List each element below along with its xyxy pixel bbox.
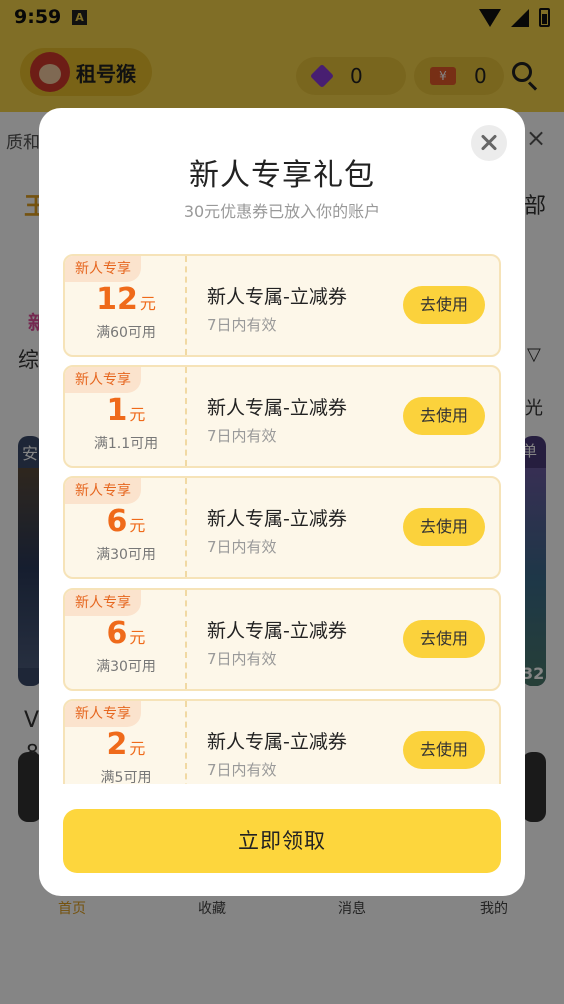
coupon-list[interactable]: 新人专享 12 元 满60可用 新人专属-立减券 7日内有效 去使用 新人专享 1… <box>63 254 501 784</box>
modal-subtitle: 30元优惠券已放入你的账户 <box>183 202 381 221</box>
use-coupon-button[interactable]: 去使用 <box>403 508 485 546</box>
coupon-card: 新人专享 1元 满1.1可用 新人专属-立减券 7日内有效 去使用 <box>63 365 501 468</box>
coupon-condition: 满30可用 <box>96 547 156 563</box>
coupon-validity: 7日内有效 <box>207 427 277 445</box>
use-coupon-button[interactable]: 去使用 <box>403 397 485 435</box>
coupon-amount: 6元 <box>106 616 146 651</box>
coupon-amount: 6元 <box>106 504 146 539</box>
coupon-validity: 7日内有效 <box>207 538 277 556</box>
coupon-value-section: 新人专享 6元 满30可用 <box>65 590 187 689</box>
coupon-name: 新人专属-立减券 <box>207 620 347 642</box>
coupon-card: 新人专享 6元 满30可用 新人专属-立减券 7日内有效 去使用 <box>63 588 501 691</box>
use-coupon-button[interactable]: 去使用 <box>403 620 485 658</box>
use-coupon-button[interactable]: 去使用 <box>403 731 485 769</box>
coupon-amount: 2元 <box>106 727 146 762</box>
coupon-condition: 满60可用 <box>96 325 156 341</box>
coupon-condition: 满5可用 <box>100 770 152 784</box>
use-coupon-button[interactable]: 去使用 <box>403 286 485 324</box>
coupon-name: 新人专属-立减券 <box>207 731 347 753</box>
coupon-validity: 7日内有效 <box>207 316 277 334</box>
coupon-card: 新人专享 2元 满5可用 新人专属-立减券 7日内有效 去使用 <box>63 699 501 784</box>
coupon-validity: 7日内有效 <box>207 650 277 668</box>
coupon-validity: 7日内有效 <box>207 761 277 779</box>
coupon-amount: 1元 <box>106 393 146 428</box>
coupon-tag: 新人专享 <box>65 701 141 727</box>
coupon-value-section: 新人专享 6元 满30可用 <box>65 478 187 577</box>
coupon-condition: 满30可用 <box>96 659 156 675</box>
coupon-tag: 新人专享 <box>65 367 141 393</box>
coupon-tag: 新人专享 <box>65 590 141 616</box>
newcomer-gift-modal: 新人专享礼包 30元优惠券已放入你的账户 新人专享 12 元 满60可用 新人专属… <box>39 108 525 896</box>
coupon-tag: 新人专享 <box>65 478 141 504</box>
coupon-value-section: 新人专享 12 元 满60可用 <box>65 256 187 355</box>
coupon-card: 新人专享 12 元 满60可用 新人专属-立减券 7日内有效 去使用 <box>63 254 501 357</box>
coupon-condition: 满1.1可用 <box>93 436 159 452</box>
coupon-amount: 12 元 <box>96 282 156 317</box>
coupon-value-section: 新人专享 2元 满5可用 <box>65 701 187 784</box>
coupon-value-section: 新人专享 1元 满1.1可用 <box>65 367 187 466</box>
coupon-name: 新人专属-立减券 <box>207 508 347 530</box>
modal-title: 新人专享礼包 <box>189 158 375 193</box>
coupon-name: 新人专属-立减券 <box>207 286 347 308</box>
coupon-tag: 新人专享 <box>65 256 141 282</box>
claim-now-button[interactable]: 立即领取 <box>63 809 501 873</box>
coupon-name: 新人专属-立减券 <box>207 397 347 419</box>
coupon-card: 新人专享 6元 满30可用 新人专属-立减券 7日内有效 去使用 <box>63 476 501 579</box>
